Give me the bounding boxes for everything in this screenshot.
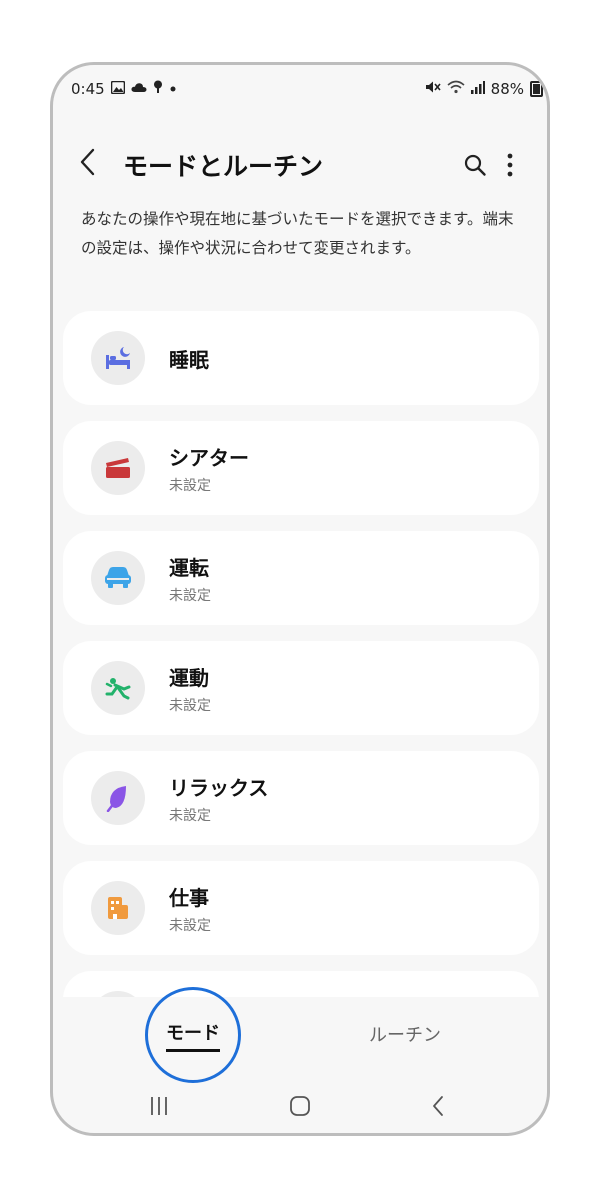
building-icon — [108, 897, 128, 919]
system-nav-bar — [53, 1083, 547, 1133]
recent-apps-icon — [151, 1097, 167, 1115]
signal-icon — [470, 80, 485, 98]
mode-status: 未設定 — [169, 477, 211, 494]
clapperboard-icon — [106, 458, 130, 478]
status-left: 0:45 — [71, 80, 177, 98]
mode-title: 仕事 — [169, 885, 209, 910]
back-button[interactable] — [79, 147, 113, 183]
leaf-icon — [106, 786, 126, 812]
mode-card-exercise[interactable]: 運動 未設定 — [63, 641, 539, 735]
mode-text: シアター 未設定 — [169, 442, 249, 495]
bottom-tab-bar: モード ルーチン — [53, 987, 547, 1083]
mode-icon-circle — [91, 661, 145, 715]
car-icon — [105, 567, 131, 588]
mute-icon — [425, 80, 441, 98]
tab-routines[interactable]: ルーチン — [369, 1021, 441, 1047]
mode-title: シアター — [169, 445, 249, 470]
mode-text: リラックス 未設定 — [169, 772, 268, 825]
tab-modes-label: モード — [166, 1019, 220, 1052]
mode-status: 未設定 — [169, 917, 211, 934]
chevron-left-icon — [80, 148, 95, 176]
page-title: モードとルーチン — [123, 152, 324, 181]
status-right: 88% — [425, 80, 543, 98]
page-description: あなたの操作や現在地に基づいたモードを選択できます。端末の設定は、操作や状況に合… — [81, 210, 514, 257]
running-icon — [105, 678, 131, 700]
cloud-icon — [131, 82, 147, 97]
status-time: 0:45 — [71, 80, 105, 98]
mode-status: 未設定 — [169, 697, 211, 714]
home-button[interactable] — [289, 1095, 311, 1117]
phone-frame: 0:45 88% モードとルーチン あなたの操作や現在地に基づいたモードを選択で… — [50, 62, 550, 1136]
mode-text: 睡眠 — [169, 344, 209, 373]
mode-status: 未設定 — [169, 587, 211, 604]
mode-icon-circle — [91, 331, 145, 385]
mode-card-theater[interactable]: シアター 未設定 — [63, 421, 539, 515]
search-button[interactable] — [455, 145, 495, 185]
mode-text: 運動 未設定 — [169, 662, 211, 715]
wifi-icon — [447, 80, 465, 98]
mode-icon-circle — [91, 881, 145, 935]
more-options-button[interactable] — [495, 145, 525, 185]
mode-card-sleep[interactable]: 睡眠 — [63, 311, 539, 405]
nav-back-button[interactable] — [431, 1095, 445, 1117]
mode-card-work[interactable]: 仕事 未設定 — [63, 861, 539, 955]
battery-icon — [530, 81, 543, 97]
search-icon — [464, 154, 486, 176]
mode-title: リラックス — [169, 775, 269, 800]
back-icon — [433, 1096, 443, 1116]
more-vertical-icon — [507, 153, 513, 177]
location-icon — [153, 80, 163, 98]
mode-icon-circle — [91, 551, 145, 605]
mode-title: 運転 — [169, 555, 209, 580]
bed-icon — [106, 347, 130, 369]
gallery-icon — [110, 80, 125, 98]
mode-icon-circle — [91, 771, 145, 825]
modes-list: 睡眠 シアター 未設定 運転 未設定 運動 未設定 リラックス 未設定 仕事 未… — [63, 311, 539, 997]
recent-apps-button[interactable] — [149, 1095, 169, 1117]
mode-card-driving[interactable]: 運転 未設定 — [63, 531, 539, 625]
mode-text: 運転 未設定 — [169, 552, 211, 605]
dot-icon — [169, 82, 177, 97]
mode-text: 仕事 未設定 — [169, 882, 211, 935]
battery-percent: 88% — [490, 80, 524, 98]
mode-title: 睡眠 — [169, 347, 209, 372]
status-bar: 0:45 88% — [53, 65, 547, 113]
tab-modes[interactable]: モード — [145, 987, 241, 1083]
mode-card-relax[interactable]: リラックス 未設定 — [63, 751, 539, 845]
mode-status: 未設定 — [169, 807, 211, 824]
home-icon — [290, 1096, 310, 1116]
mode-icon-circle — [91, 441, 145, 495]
mode-title: 運動 — [169, 665, 209, 690]
app-bar: モードとルーチン — [53, 143, 547, 187]
